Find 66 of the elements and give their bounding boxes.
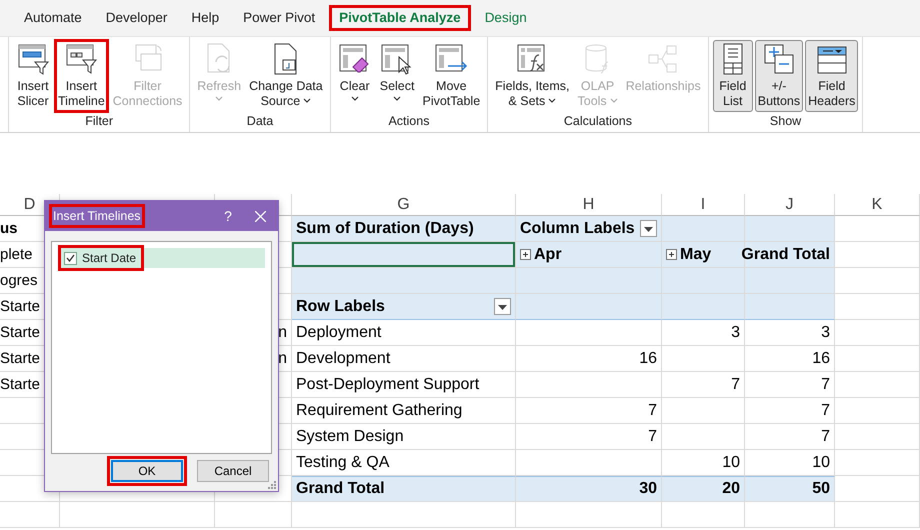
ribbon-button[interactable]: Insert Timeline	[55, 40, 108, 112]
expand-icon[interactable]	[666, 249, 677, 260]
table-cell: Development	[292, 346, 516, 372]
ribbon-tab[interactable]: Power Pivot	[233, 5, 326, 31]
table-cell: 7	[516, 398, 662, 424]
table-cell: 50	[745, 476, 835, 502]
ribbon-tab[interactable]: Help	[181, 5, 230, 31]
ribbon-button[interactable]: Move PivotTable	[419, 40, 484, 112]
group-label: Filter	[84, 113, 114, 130]
expand-icon[interactable]	[520, 249, 531, 260]
table-cell: 20	[662, 476, 745, 502]
table-cell: 7	[745, 372, 835, 398]
slicer-icon	[16, 42, 50, 76]
cell-text: May	[680, 246, 712, 264]
ribbon-button[interactable]: Field Headers	[805, 40, 858, 112]
ribbon-tab[interactable]: PivotTable Analyze	[329, 5, 471, 31]
help-button[interactable]: ?	[214, 208, 242, 224]
cell-text: Apr	[534, 246, 562, 264]
table-cell: 7	[516, 424, 662, 450]
group-label: Calculations	[562, 113, 633, 130]
filter-dropdown[interactable]	[494, 298, 511, 315]
table-cell: 7	[745, 424, 835, 450]
table-cell: 3	[662, 320, 745, 346]
group-label: Show	[768, 113, 802, 130]
table-cell: Sum of Duration (Days)	[292, 216, 516, 242]
table-cell: 16	[745, 346, 835, 372]
table-cell	[0, 502, 60, 528]
filter-dropdown[interactable]	[640, 220, 657, 237]
column-header: G	[292, 194, 516, 216]
ribbon-button[interactable]: Clear	[334, 40, 375, 112]
ribbon-button[interactable]: Field List	[712, 40, 753, 112]
column-header: I	[662, 194, 745, 216]
ribbon-button[interactable]: Insert Slicer	[13, 40, 53, 112]
ribbon-tab[interactable]: Design	[474, 5, 537, 31]
field-label: Start Date	[82, 251, 136, 265]
ribbon-tab[interactable]: Developer	[96, 5, 178, 31]
group-label: Data	[246, 113, 274, 130]
table-cell: Grand Total	[292, 476, 516, 502]
cell-text: Row Labels	[296, 298, 385, 316]
table-cell: 3	[745, 320, 835, 346]
column-header: K	[835, 194, 920, 216]
column-header: J	[745, 194, 835, 216]
table-cell: 30	[516, 476, 662, 502]
ribbon-button[interactable]: Change Data Source	[246, 40, 326, 112]
group-label: Actions	[387, 113, 430, 130]
column-header: H	[516, 194, 662, 216]
timeline-icon	[64, 42, 98, 76]
table-cell: Post-Deployment Support	[292, 372, 516, 398]
table-cell: 7	[662, 372, 745, 398]
ribbon-button[interactable]: Select	[376, 40, 418, 112]
table-cell: 7	[745, 398, 835, 424]
ribbon-button[interactable]: +/- Buttons	[754, 40, 804, 112]
cell-text: Column Labels	[520, 220, 635, 238]
dialog-button[interactable]: OK	[111, 460, 183, 482]
table-cell: Requirement Gathering	[292, 398, 516, 424]
checkbox[interactable]	[64, 252, 77, 264]
table-cell: 16	[516, 346, 662, 372]
ribbon-button[interactable]: Fields, Items, & Sets	[492, 40, 572, 112]
dialog-button[interactable]: Cancel	[197, 460, 269, 482]
resize-grip-icon[interactable]	[268, 481, 276, 489]
plus-minus-icon	[762, 42, 796, 76]
table-cell: Deployment	[292, 320, 516, 346]
close-icon[interactable]	[254, 210, 266, 222]
table-cell: System Design	[292, 424, 516, 450]
field-item[interactable]: Start Date	[58, 248, 265, 268]
ribbon-tab[interactable]: Automate	[14, 5, 92, 31]
